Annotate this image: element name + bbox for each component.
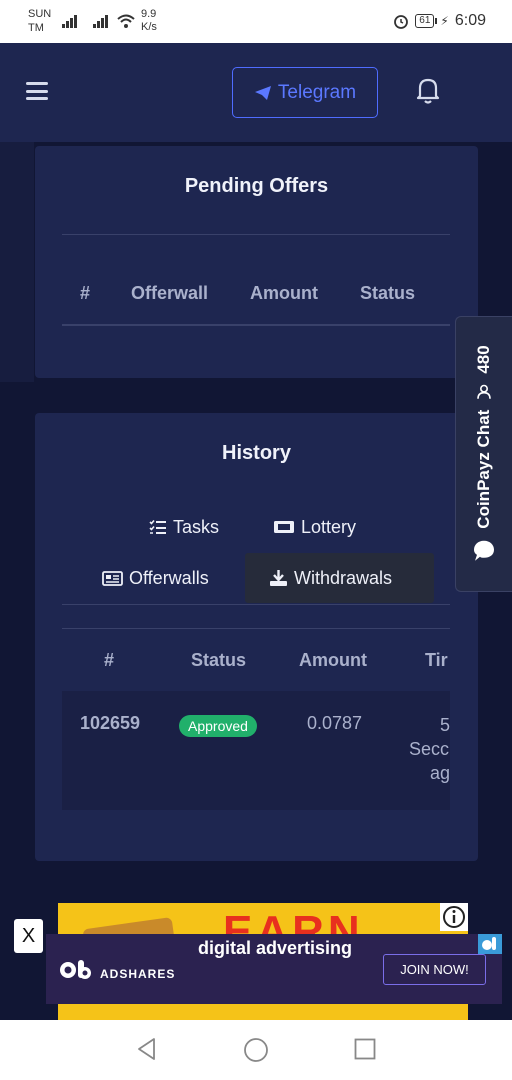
tab-tasks-label: Tasks [173, 516, 220, 537]
tasks-icon [149, 519, 166, 534]
column-header-number: # [80, 283, 91, 303]
ad-brand: ADSHARES [100, 967, 176, 981]
tab-offerwalls-label: Offerwalls [129, 567, 209, 588]
tab-divider [62, 604, 450, 605]
row-amount: 0.0787 [307, 713, 363, 733]
newspaper-icon [102, 570, 123, 586]
table-row: 102659 Approved 0.0787 5 Secc ag [62, 691, 450, 810]
column-header-offerwall: Offerwall [131, 283, 209, 303]
chat-user-count: 480 [474, 345, 493, 374]
column-header-status: Status [191, 650, 247, 670]
system-nav-bar [0, 1020, 512, 1080]
status-right: 61 ⚡ 6:09 [393, 12, 486, 30]
carrier-line1: SUN [28, 8, 52, 20]
home-icon[interactable] [243, 1037, 269, 1063]
network-speed: 9.9 K/s [141, 8, 157, 33]
telegram-label: Telegram [277, 81, 357, 103]
adshares-logo-icon [60, 960, 91, 979]
tab-lottery[interactable]: Lottery [273, 502, 356, 552]
status-bar: SUN TM 9.9 K/s 61 ⚡ 6:09 [0, 0, 512, 43]
table-top-border [62, 628, 450, 629]
signal-icon [62, 14, 82, 28]
row-id: 102659 [80, 713, 141, 733]
coinpayz-chat-widget[interactable]: CoinPayz Chat 480 [455, 316, 512, 592]
hamburger-menu-icon[interactable] [26, 82, 48, 100]
ad-headline: digital advertising [198, 938, 353, 958]
history-title: History [222, 442, 291, 464]
battery-indicator: 61 [415, 14, 438, 28]
status-badge: Approved [179, 715, 257, 737]
user-icon [477, 384, 491, 399]
charging-icon: ⚡ [440, 14, 449, 28]
download-icon [270, 570, 287, 586]
chat-label: CoinPayz Chat [474, 409, 493, 529]
chat-bubble-icon [474, 540, 494, 561]
tab-lottery-label: Lottery [301, 516, 357, 537]
background-panel [0, 142, 34, 382]
ticket-icon [274, 521, 294, 533]
pending-offers-title: Pending Offers [184, 175, 329, 197]
ad-badge-icon [478, 934, 502, 954]
carrier-line2: TM [28, 22, 44, 34]
bell-icon[interactable] [414, 75, 442, 105]
ad-close-button[interactable]: X [14, 919, 43, 953]
column-header-amount: Amount [299, 650, 367, 670]
tab-withdrawals-label: Withdrawals [294, 567, 393, 588]
signal-icon [93, 14, 113, 28]
carrier-label: SUN TM [28, 7, 51, 35]
back-icon[interactable] [136, 1037, 158, 1061]
telegram-button[interactable]: Telegram [232, 67, 378, 118]
paper-plane-icon [254, 85, 271, 100]
ad-join-button[interactable]: JOIN NOW! [383, 954, 486, 985]
ad-info-icon[interactable] [440, 903, 468, 931]
app-header: Telegram [0, 43, 512, 142]
column-header-amount: Amount [250, 283, 318, 303]
clock: 6:09 [454, 12, 486, 29]
divider [62, 324, 450, 326]
row-time: 5 Secc ag [409, 715, 450, 783]
alarm-icon [394, 15, 409, 29]
divider [62, 234, 450, 235]
recents-icon[interactable] [354, 1038, 376, 1060]
wifi-icon [117, 14, 135, 28]
pending-offers-card: Pending Offers # Offerwall Amount Status [35, 146, 478, 378]
tab-tasks[interactable]: Tasks [149, 502, 219, 552]
column-header-status: Status [360, 283, 416, 303]
history-card: History Tasks Lottery Offerwalls Withdra… [35, 413, 478, 861]
column-header-number: # [104, 650, 115, 670]
tab-withdrawals[interactable]: Withdrawals [245, 553, 434, 603]
column-header-time: Tir [425, 650, 448, 670]
tab-offerwalls[interactable]: Offerwalls [102, 553, 209, 603]
